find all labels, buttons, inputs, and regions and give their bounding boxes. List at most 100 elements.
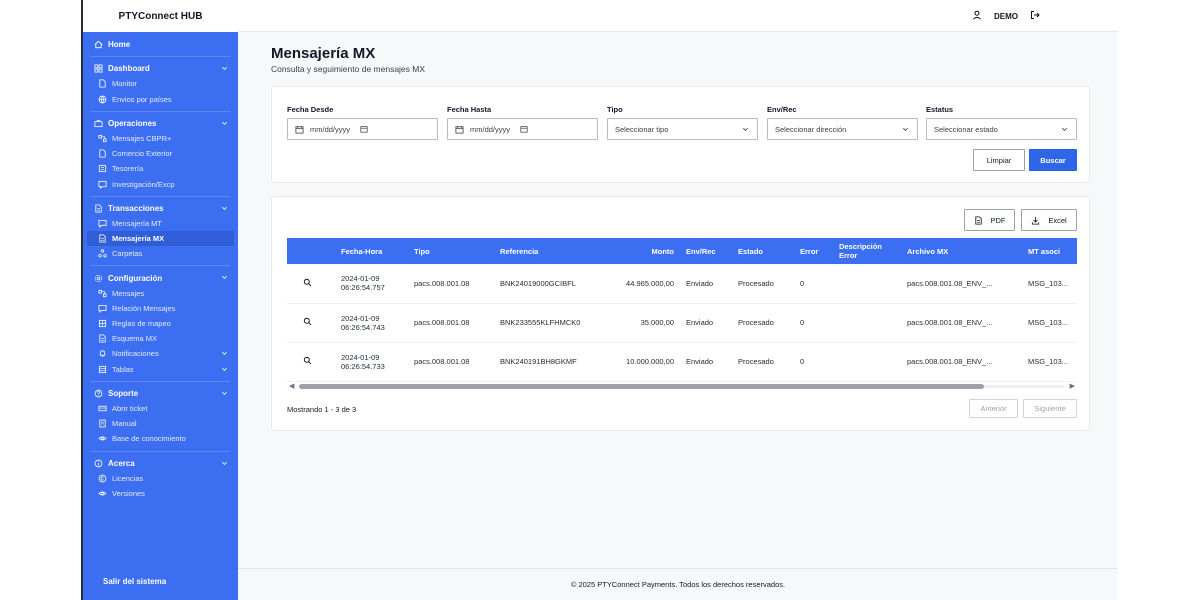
- view-detail-button[interactable]: [287, 342, 335, 381]
- info-icon: [94, 459, 103, 468]
- column-header-estado[interactable]: Estado: [732, 238, 794, 264]
- sidebar-section-dashboard[interactable]: Dashboard: [83, 61, 238, 76]
- column-header-envrec[interactable]: Env/Rec: [680, 238, 732, 264]
- chevron-down-icon: [222, 206, 227, 210]
- cell-referencia: BNK240191BH8GKMF: [500, 357, 577, 366]
- sidebar-item-label: Notificaciones: [112, 349, 159, 359]
- cell-mt-asociado[interactable]: MSG_103...: [1022, 342, 1077, 381]
- column-header-tipo[interactable]: Tipo: [408, 238, 494, 264]
- sidebar-item-manual[interactable]: Manual: [83, 416, 238, 431]
- scrollbar-thumb[interactable]: [299, 384, 984, 389]
- sidebar-item-carpetas[interactable]: Carpetas: [83, 246, 238, 261]
- sidebar-item-label: Mensajería MX: [112, 234, 165, 244]
- chevron-down-icon: [222, 352, 227, 356]
- sidebar-item-monitor[interactable]: Monitor: [83, 76, 238, 91]
- fecha-hasta-input[interactable]: mm/dd/yyyy: [447, 118, 598, 140]
- calendar-picker-icon[interactable]: [360, 125, 368, 133]
- cell-monto: 35.000,00: [640, 318, 674, 327]
- chevron-down-icon: [222, 461, 227, 465]
- logout-icon[interactable]: [1030, 10, 1040, 22]
- view-detail-button[interactable]: [287, 303, 335, 342]
- logout-link[interactable]: Salir del sistema: [103, 577, 166, 586]
- table-row[interactable]: 2024-01-09 06:26:54.743 pacs.008.001.08 B…: [287, 303, 1077, 342]
- brand-logo: PTYConnect HUB: [83, 0, 238, 32]
- column-header-referencia[interactable]: Referencia: [494, 238, 612, 264]
- sidebar-item-mensajeria-mt[interactable]: Mensajería MT: [83, 216, 238, 231]
- column-header-archivo-mx[interactable]: Archivo MX: [901, 238, 1022, 264]
- export-excel-button[interactable]: Excel: [1021, 209, 1077, 231]
- bank-icon: [98, 164, 107, 173]
- column-header-descripcion-error[interactable]: Descripción Error: [833, 238, 901, 264]
- view-detail-button[interactable]: [287, 264, 335, 303]
- chevron-down-icon: [222, 121, 227, 125]
- sidebar-section-acerca[interactable]: Acerca: [83, 456, 238, 471]
- table-row[interactable]: 2024-01-09 06:26:54.733 pacs.008.001.08 B…: [287, 342, 1077, 381]
- search-button[interactable]: Buscar: [1029, 149, 1077, 171]
- cell-archivo-mx[interactable]: pacs.008.001.08_ENV_...: [901, 303, 1022, 342]
- search-icon: [303, 278, 312, 286]
- fecha-desde-input[interactable]: mm/dd/yyyy: [287, 118, 438, 140]
- estatus-select[interactable]: Seleccionar estado: [926, 118, 1077, 140]
- cell-error: 0: [800, 357, 805, 366]
- file-text-icon: [98, 334, 107, 343]
- sidebar-item-tesoreria[interactable]: Tesorería: [83, 161, 238, 176]
- column-header-monto[interactable]: Monto: [612, 238, 680, 264]
- calendar-icon: [295, 125, 304, 134]
- cell-hora: 06:26:54.733: [341, 361, 385, 371]
- chevron-down-icon: [1062, 127, 1067, 131]
- column-header-mt-asociado[interactable]: MT asoci: [1022, 238, 1077, 264]
- user-name[interactable]: DEMO: [994, 12, 1018, 21]
- document-icon: [94, 204, 103, 213]
- tipo-select[interactable]: Seleccionar tipo: [607, 118, 758, 140]
- results-table-container[interactable]: Fecha-Hora Tipo Referencia Monto Env/Rec…: [287, 238, 1077, 390]
- user-icon[interactable]: [972, 10, 982, 22]
- export-pdf-label: PDF: [990, 215, 1006, 225]
- sidebar-item-comercio-exterior[interactable]: Comercio Exterior: [83, 146, 238, 161]
- sidebar-section-soporte[interactable]: Soporte: [83, 386, 238, 401]
- sidebar-item-esquema-mx[interactable]: Esquema MX: [83, 331, 238, 346]
- chevron-down-icon: [743, 127, 748, 131]
- cell-fecha: 2024-01-09: [341, 352, 380, 362]
- column-header-fecha-hora[interactable]: Fecha-Hora: [335, 238, 408, 264]
- cell-mt-asociado[interactable]: MSG_103...: [1022, 264, 1077, 303]
- sidebar-item-mensajes-cbpr[interactable]: Mensajes CBPR+: [83, 131, 238, 146]
- sidebar-item-label: Configuración: [108, 273, 163, 283]
- sidebar-item-abrir-ticket[interactable]: Abrir ticket: [83, 401, 238, 416]
- sidebar-item-base-conocimiento[interactable]: Base de conocimiento: [83, 431, 238, 446]
- sidebar-item-label: Mensajes: [112, 288, 145, 298]
- sidebar-item-mensajes[interactable]: Mensajes: [83, 286, 238, 301]
- search-icon: [303, 317, 312, 326]
- table-row[interactable]: 2024-01-09 06:26:54.757 pacs.008.001.08 B…: [287, 264, 1077, 303]
- clear-button[interactable]: Limpiar: [973, 149, 1025, 171]
- scroll-right-arrow-icon[interactable]: ▶: [1070, 382, 1075, 390]
- export-pdf-button[interactable]: PDF: [964, 209, 1015, 231]
- sidebar-item-envios-paises[interactable]: Envios por países: [83, 92, 238, 107]
- sidebar-item-relacion-mensajes[interactable]: Relación Mensajes: [83, 301, 238, 316]
- network-icon: [98, 249, 107, 258]
- cell-archivo-mx[interactable]: pacs.008.001.08_ENV_...: [901, 342, 1022, 381]
- help-icon: [94, 389, 103, 398]
- sidebar-item-label: Comercio Exterior: [112, 149, 173, 159]
- scroll-left-arrow-icon[interactable]: ◀: [289, 382, 294, 390]
- previous-page-button[interactable]: Anterior: [969, 399, 1018, 418]
- calendar-picker-icon[interactable]: [520, 125, 528, 133]
- sidebar-item-investigacion[interactable]: Investigación/Excp: [83, 177, 238, 192]
- sidebar-item-mensajeria-mx[interactable]: Mensajería MX: [87, 231, 234, 247]
- sidebar-section-transacciones[interactable]: Transacciones: [83, 201, 238, 216]
- envrec-select[interactable]: Seleccionar dirección: [767, 118, 918, 140]
- sidebar-item-licencias[interactable]: Licencias: [83, 471, 238, 486]
- cell-archivo-mx[interactable]: pacs.008.001.08_ENV_...: [901, 264, 1022, 303]
- sidebar-section-operaciones[interactable]: Operaciones: [83, 116, 238, 131]
- sidebar-item-reglas-mapeo[interactable]: Reglas de mapeo: [83, 316, 238, 331]
- column-header-error[interactable]: Error: [794, 238, 833, 264]
- sidebar-item-versiones[interactable]: Versiones: [83, 486, 238, 501]
- cell-envrec: Enviado: [686, 318, 714, 327]
- sidebar-item-home[interactable]: Home: [83, 37, 238, 52]
- horizontal-scrollbar[interactable]: ◀ ▶: [287, 382, 1077, 390]
- sidebar-item-notificaciones[interactable]: Notificaciones: [83, 346, 238, 361]
- next-page-button[interactable]: Siguiente: [1023, 399, 1077, 418]
- sidebar-section-configuracion[interactable]: Configuración: [83, 270, 238, 285]
- cell-mt-asociado[interactable]: MSG_103...: [1022, 303, 1077, 342]
- sidebar-item-tablas[interactable]: Tablas: [83, 362, 238, 377]
- table-icon: [98, 365, 107, 374]
